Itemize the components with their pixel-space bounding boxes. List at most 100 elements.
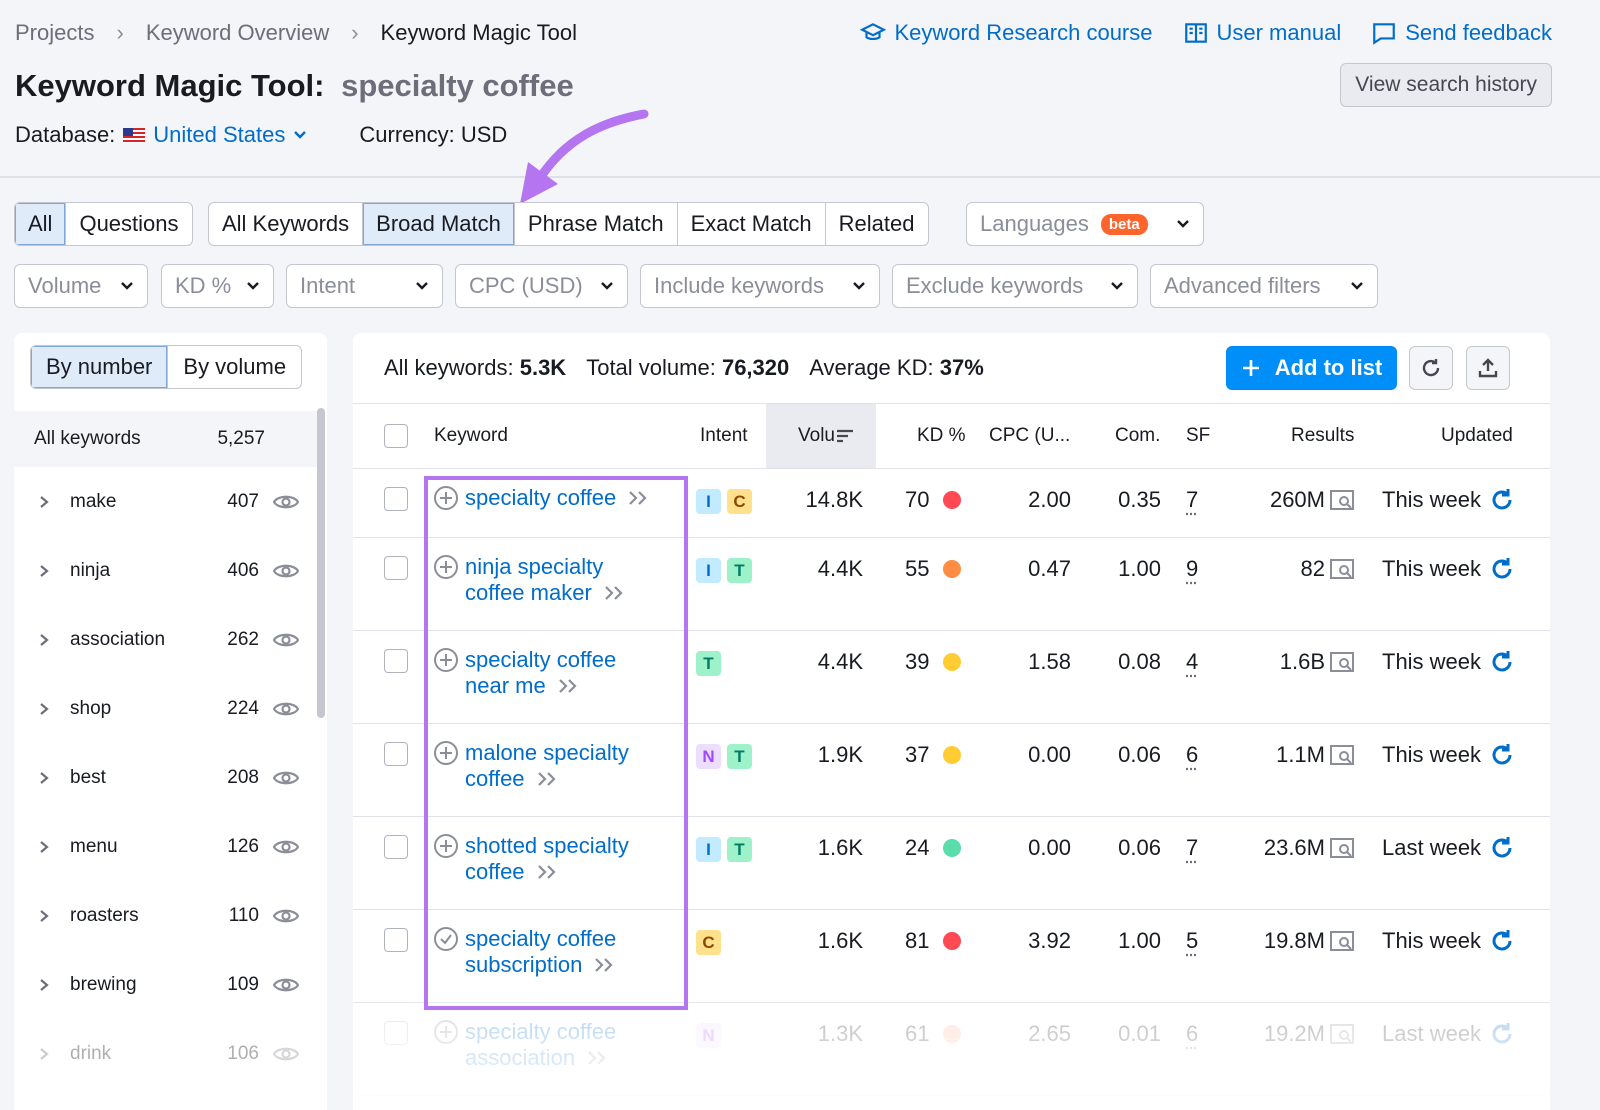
languages-dropdown[interactable]: Languages beta [966,202,1204,246]
eye-icon[interactable] [273,493,299,511]
plus-circle-icon[interactable] [433,647,459,673]
check-circle-icon[interactable] [433,926,459,952]
sf-cell[interactable]: 6 [1186,742,1198,768]
keyword-group-ninja[interactable]: ninja 406 [14,536,319,605]
row-checkbox[interactable] [384,1021,408,1045]
double-chevron-right-icon[interactable] [628,490,648,506]
chevron-right-icon[interactable] [38,495,50,509]
keyword-link[interactable]: specialty coffee near me [465,647,616,699]
keyword-group-menu[interactable]: menu 126 [14,812,319,881]
refresh-icon[interactable] [1489,1021,1515,1047]
serp-preview-icon[interactable] [1329,651,1355,673]
send-feedback-link[interactable]: Send feedback [1371,20,1552,46]
chevron-right-icon[interactable] [38,978,50,992]
sf-cell[interactable]: 5 [1186,928,1198,954]
database-country-select[interactable]: United States [153,122,307,148]
keyword-link[interactable]: malone specialty coffee [465,740,629,792]
tab-related[interactable]: Related [826,203,928,245]
chevron-right-icon[interactable] [38,771,50,785]
serp-preview-icon[interactable] [1329,930,1355,952]
sf-cell[interactable]: 7 [1186,487,1198,513]
chevron-right-icon[interactable] [38,909,50,923]
tab-all[interactable]: All [15,203,67,245]
cpc-filter[interactable]: CPC (USD) [455,264,628,308]
refresh-icon[interactable] [1489,487,1515,513]
tab-broad-match[interactable]: Broad Match [363,203,515,245]
keyword-group-roasters[interactable]: roasters 110 [14,881,319,950]
sf-cell[interactable]: 6 [1186,1021,1198,1047]
chevron-right-icon[interactable] [38,564,50,578]
eye-icon[interactable] [273,562,299,580]
plus-circle-icon[interactable] [433,554,459,580]
refresh-icon[interactable] [1489,835,1515,861]
tab-exact-match[interactable]: Exact Match [678,203,826,245]
double-chevron-right-icon[interactable] [587,1050,607,1066]
keyword-group-make[interactable]: make 407 [14,467,319,536]
refresh-icon[interactable] [1489,928,1515,954]
column-sf[interactable]: SF [1186,404,1210,468]
refresh-icon[interactable] [1489,649,1515,675]
serp-preview-icon[interactable] [1329,489,1355,511]
column-volume[interactable]: Volu [766,404,876,468]
row-checkbox[interactable] [384,649,408,673]
keyword-group-drink[interactable]: drink 106 [14,1019,319,1088]
eye-icon[interactable] [273,700,299,718]
keyword-group-best[interactable]: best 208 [14,743,319,812]
column-intent[interactable]: Intent [700,404,748,468]
double-chevron-right-icon[interactable] [537,771,557,787]
serp-preview-icon[interactable] [1329,837,1355,859]
keyword-research-course-link[interactable]: Keyword Research course [860,20,1153,46]
row-checkbox[interactable] [384,487,408,511]
double-chevron-right-icon[interactable] [558,678,578,694]
eye-icon[interactable] [273,838,299,856]
view-search-history-button[interactable]: View search history [1340,63,1552,107]
keyword-link[interactable]: specialty coffee subscription [465,926,616,978]
column-kd[interactable]: KD % [917,404,966,468]
plus-circle-icon[interactable] [433,485,459,511]
refresh-icon[interactable] [1489,556,1515,582]
sf-cell[interactable]: 4 [1186,649,1198,675]
plus-circle-icon[interactable] [433,833,459,859]
eye-icon[interactable] [273,907,299,925]
by-number-button[interactable]: By number [31,346,169,388]
plus-circle-icon[interactable] [433,740,459,766]
row-checkbox[interactable] [384,556,408,580]
refresh-icon[interactable] [1489,742,1515,768]
keyword-group-shop[interactable]: shop 224 [14,674,319,743]
chevron-right-icon[interactable] [38,633,50,647]
serp-preview-icon[interactable] [1329,1023,1355,1045]
breadcrumb-projects[interactable]: Projects [15,20,94,46]
chevron-right-icon[interactable] [38,702,50,716]
eye-icon[interactable] [273,976,299,994]
column-results[interactable]: Results [1291,404,1354,468]
row-checkbox[interactable] [384,742,408,766]
row-checkbox[interactable] [384,928,408,952]
intent-filter[interactable]: Intent [286,264,443,308]
column-keyword[interactable]: Keyword [434,404,508,468]
keyword-group-brewing[interactable]: brewing 109 [14,950,319,1019]
eye-icon[interactable] [273,769,299,787]
tab-phrase-match[interactable]: Phrase Match [515,203,678,245]
scrollbar[interactable] [317,408,325,718]
double-chevron-right-icon[interactable] [604,585,624,601]
row-checkbox[interactable] [384,835,408,859]
breadcrumb-keyword-overview[interactable]: Keyword Overview [146,20,329,46]
column-competition[interactable]: Com. [1115,404,1160,468]
keyword-group-association[interactable]: association 262 [14,605,319,674]
keyword-link[interactable]: specialty coffee association [465,1019,616,1071]
tab-all-keywords[interactable]: All Keywords [209,203,364,245]
eye-icon[interactable] [273,1045,299,1063]
keyword-link[interactable]: ninja specialty coffee maker [465,554,624,606]
serp-preview-icon[interactable] [1329,744,1355,766]
serp-preview-icon[interactable] [1329,558,1355,580]
sf-cell[interactable]: 9 [1186,556,1198,582]
double-chevron-right-icon[interactable] [537,864,557,880]
sf-cell[interactable]: 7 [1186,835,1198,861]
include-keywords-filter[interactable]: Include keywords [640,264,880,308]
kd-filter[interactable]: KD % [161,264,274,308]
keyword-link[interactable]: specialty coffee [465,485,648,511]
keyword-link[interactable]: shotted specialty coffee [465,833,629,885]
refresh-button[interactable] [1409,346,1453,390]
export-button[interactable] [1466,346,1510,390]
exclude-keywords-filter[interactable]: Exclude keywords [892,264,1138,308]
